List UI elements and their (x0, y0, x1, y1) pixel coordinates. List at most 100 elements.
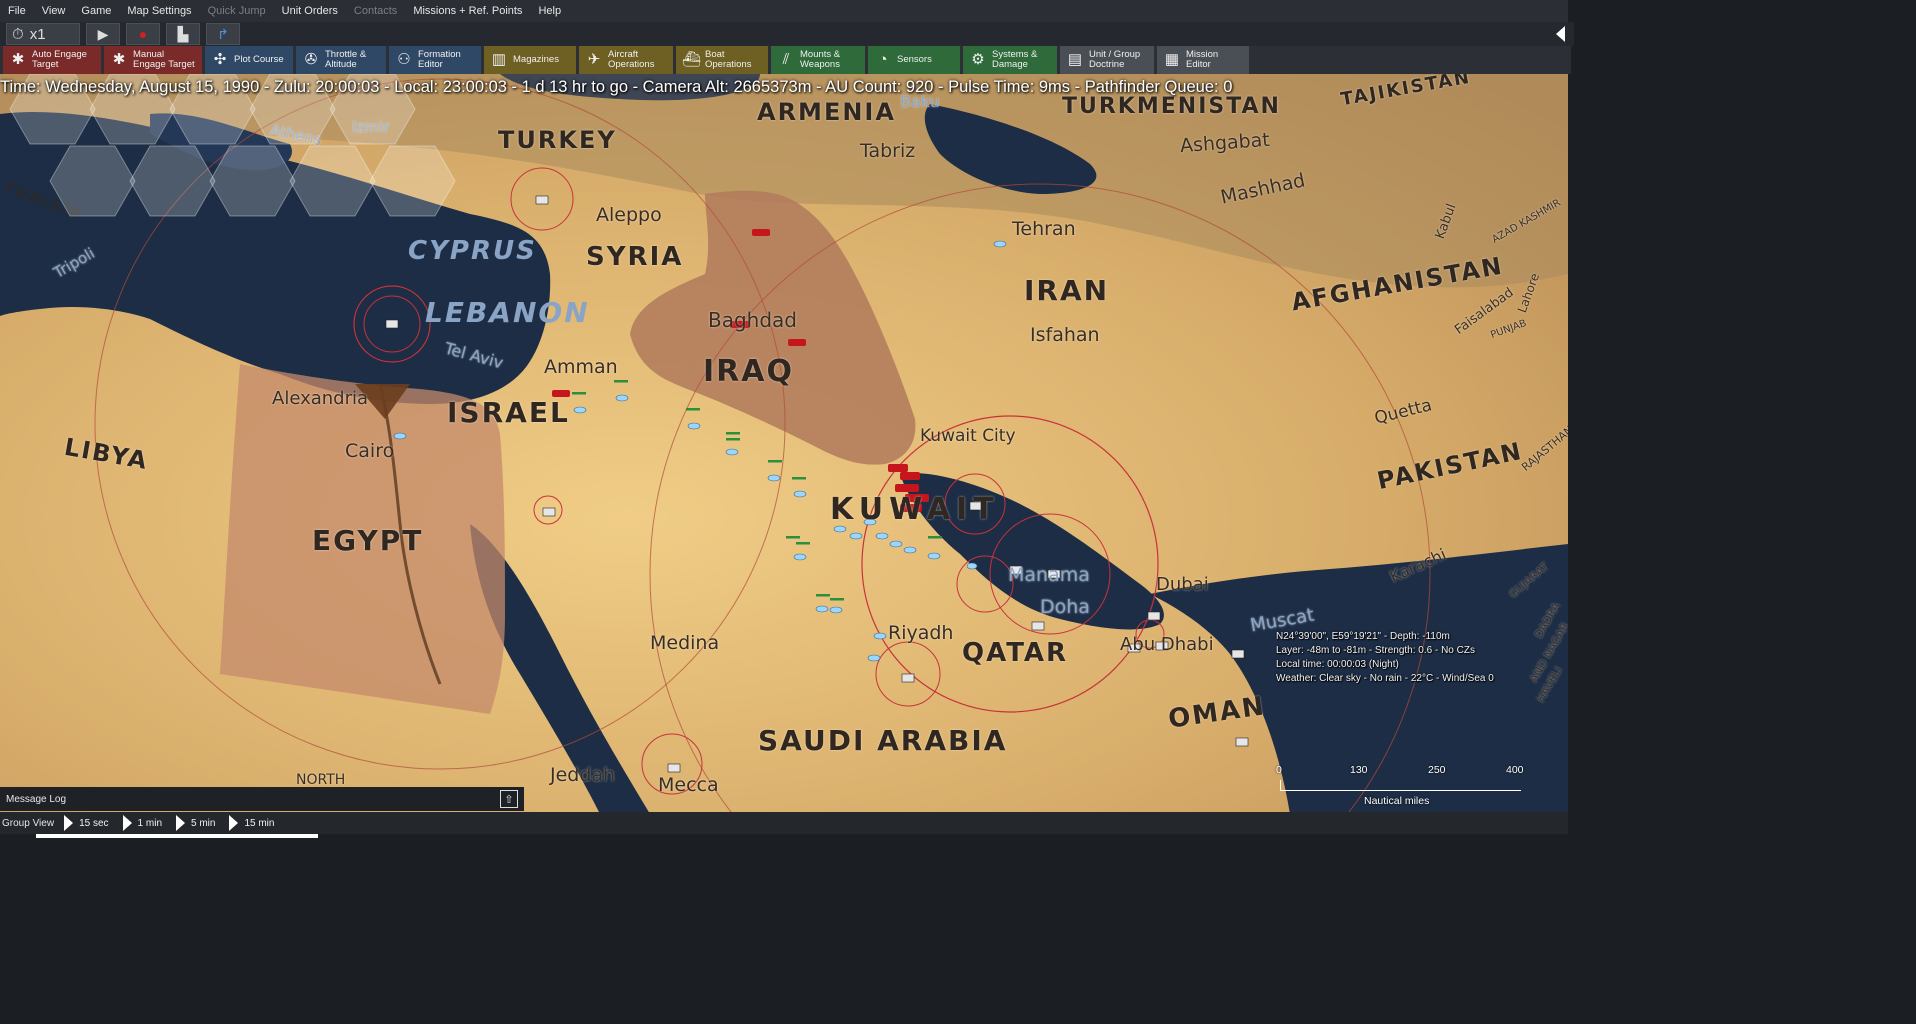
cursor-info-panel: N24°39'00", E59°19'21" - Depth: -110m La… (1276, 631, 1494, 684)
city-label: Alexandria (272, 388, 369, 409)
menu-map-settings[interactable]: Map Settings (119, 5, 199, 17)
city-label: Abu Dhabi (1120, 634, 1214, 655)
formation-editor-button[interactable]: ⚇ Formation Editor (389, 46, 481, 74)
city-label: Doha (1040, 596, 1090, 618)
city-label: Mecca (658, 774, 719, 796)
city-label: Dubai (1156, 574, 1209, 595)
country-label: TURKMENISTAN (1062, 94, 1281, 119)
city-label: Medina (650, 632, 720, 654)
formation-icon: ⚇ (397, 51, 411, 68)
map-terrain (0, 74, 1568, 814)
country-label: IRAN (1024, 274, 1110, 307)
aircraft-icon: ✈ (587, 51, 601, 68)
country-label: SAUDI ARABIA (758, 724, 1008, 757)
country-label: ARMENIA (757, 98, 896, 126)
time-control-bar: ⏱ x1 ▶ ● ▙ ↱ (0, 22, 1574, 46)
city-label: NORTH (296, 772, 346, 788)
record-button[interactable]: ● (126, 23, 160, 45)
city-label: Isfahan (1030, 324, 1100, 346)
country-label: KUWAIT (830, 492, 1000, 527)
vehicle-button[interactable]: ▙ (166, 23, 200, 45)
group-view-15sec-button[interactable]: 15 sec (60, 815, 116, 831)
mission-editor-button[interactable]: ▦ Mission Editor (1157, 46, 1249, 74)
message-log-bar[interactable]: Message Log ⇧ (0, 787, 524, 811)
play-arrow-icon (122, 815, 132, 831)
city-label: Cairo (345, 440, 395, 462)
city-label: Aleppo (596, 204, 662, 226)
boat-operations-button[interactable]: ⛴ Boat Operations (676, 46, 768, 74)
magazine-icon: ▥ (491, 51, 507, 68)
play-icon: ▶ (97, 25, 109, 42)
magazines-button[interactable]: ▥ Magazines (484, 46, 576, 74)
play-arrow-icon (64, 815, 74, 831)
unit-group-doctrine-button[interactable]: ▤ Unit / Group Doctrine (1060, 46, 1154, 74)
tactical-map[interactable]: TURKEY ARMENIA TURKMENISTAN TAJIKISTAN S… (0, 74, 1568, 814)
country-label: LEBANON (425, 296, 590, 329)
time-speed-label: x1 (29, 25, 46, 43)
message-log-title: Message Log (6, 793, 67, 805)
country-label: CYPRUS (408, 236, 537, 266)
sensor-icon: ◔ (878, 51, 888, 68)
crosshair-icon: ✱ (11, 51, 25, 68)
city-label: Izmir (352, 118, 390, 136)
country-label: ISRAEL (447, 396, 570, 429)
play-arrow-icon (229, 815, 239, 831)
menu-view[interactable]: View (34, 5, 74, 17)
city-label: Baghdad (708, 308, 797, 332)
country-label: SYRIA (586, 242, 684, 272)
city-label: Jeddah (550, 764, 616, 786)
sensors-button[interactable]: ◔ Sensors (868, 46, 960, 74)
country-label: IRAQ (703, 354, 794, 389)
simulation-status-line: Time: Wednesday, August 15, 1990 - Zulu:… (0, 78, 1233, 96)
city-label: Amman (544, 356, 618, 378)
group-view-15min-button[interactable]: 15 min (225, 815, 282, 831)
vehicle-icon: ▙ (177, 25, 189, 42)
mission-icon: ▦ (1164, 51, 1180, 68)
city-label: Kuwait City (920, 426, 1016, 446)
group-view-1min-button[interactable]: 1 min (119, 815, 170, 831)
command-toolbar: ✱ Auto Engage Target ✱ Manual Engage Target … (0, 46, 1571, 74)
collapse-panel-icon[interactable] (1556, 26, 1565, 42)
course-icon: ✣ (213, 51, 227, 68)
menu-missions[interactable]: Missions + Ref. Points (405, 5, 530, 17)
jump-button[interactable]: ↱ (206, 23, 240, 45)
gear-icon: ⚙ (971, 51, 985, 68)
country-label: EGYPT (312, 524, 424, 557)
city-label: Tehran (1012, 218, 1076, 240)
jump-arrow-icon: ↱ (217, 25, 229, 42)
menu-game[interactable]: Game (73, 5, 119, 17)
city-label: Tabriz (860, 140, 916, 162)
country-label: QATAR (962, 638, 1069, 668)
clock-icon: ⏱ (12, 25, 24, 43)
record-icon: ● (138, 26, 148, 42)
systems-damage-button[interactable]: ⚙ Systems & Damage (963, 46, 1057, 74)
expand-up-icon[interactable]: ⇧ (500, 790, 518, 808)
manual-engage-target-button[interactable]: ✱ Manual Engage Target (104, 46, 202, 74)
progress-strip (36, 834, 318, 838)
play-button[interactable]: ▶ (86, 23, 120, 45)
menu-unit-orders[interactable]: Unit Orders (274, 5, 346, 17)
menu-file[interactable]: File (0, 5, 34, 17)
aircraft-operations-button[interactable]: ✈ Aircraft Operations (579, 46, 673, 74)
group-view-bar: Group View 15 sec 1 min 5 min 15 min (0, 812, 1568, 834)
time-speed-control[interactable]: ⏱ x1 (6, 23, 80, 45)
mounts-weapons-button[interactable]: ⫽ Mounts & Weapons (771, 46, 865, 74)
play-arrow-icon (176, 815, 185, 831)
boat-icon: ⛴ (682, 51, 702, 68)
menu-bar: File View Game Map Settings Quick Jump U… (0, 0, 1568, 22)
country-label: TURKEY (498, 126, 617, 154)
menu-contacts[interactable]: Contacts (346, 5, 405, 17)
city-label: Manama (1008, 564, 1090, 586)
menu-help[interactable]: Help (530, 5, 569, 17)
group-view-label: Group View (2, 817, 55, 829)
menu-quick-jump[interactable]: Quick Jump (200, 5, 274, 17)
group-view-5min-button[interactable]: 5 min (172, 815, 223, 831)
doctrine-icon: ▤ (1067, 51, 1083, 68)
plot-course-button[interactable]: ✣ Plot Course (205, 46, 293, 74)
auto-engage-target-button[interactable]: ✱ Auto Engage Target (3, 46, 101, 74)
map-scale-bar: 0 130 250 400 Nautical miles (1276, 764, 1524, 807)
throttle-icon: ✇ (304, 51, 318, 68)
throttle-altitude-button[interactable]: ✇ Throttle & Altitude (296, 46, 386, 74)
crosshair-icon: ✱ (112, 51, 126, 68)
city-label: Riyadh (888, 622, 954, 644)
